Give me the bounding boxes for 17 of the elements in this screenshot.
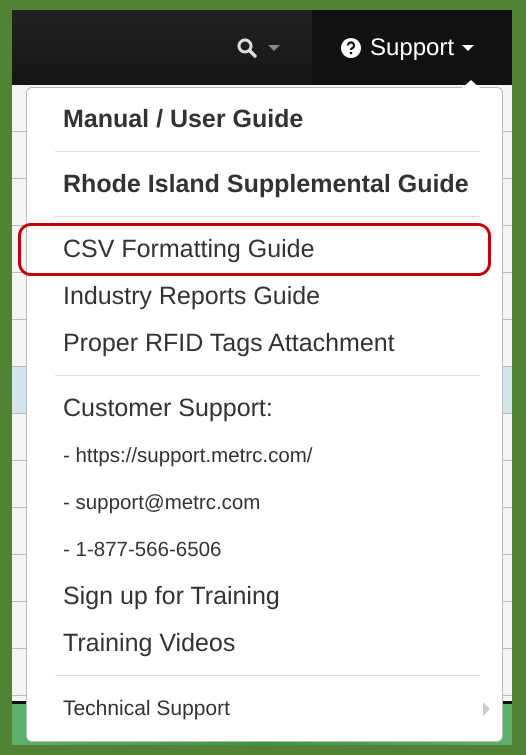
menu-item[interactable]: Sign up for Training	[27, 573, 502, 620]
contact-text: - support@metrc.com	[62, 490, 262, 516]
menu-item[interactable]: Industry Reports Guide	[27, 273, 502, 320]
support-menu-button[interactable]: Support	[312, 10, 512, 85]
contact-text: - 1-877-566-6506	[62, 537, 222, 563]
contact-text: - https://support.metrc.com/	[62, 443, 314, 469]
search-icon	[236, 36, 258, 58]
menu-item[interactable]: Rhode Island Supplemental Guide	[27, 161, 502, 208]
help-icon	[340, 36, 362, 58]
submenu-arrow-icon	[483, 702, 490, 716]
menu-item[interactable]: Proper RFID Tags Attachment	[27, 320, 502, 367]
menu-item[interactable]: Technical Support	[27, 685, 502, 732]
menu-item[interactable]: CSV Formatting Guide	[21, 226, 488, 273]
menu-label: Customer Support:	[62, 393, 274, 424]
caret-icon	[462, 44, 474, 50]
menu-item[interactable]: Manual / User Guide	[27, 96, 502, 143]
menu-item[interactable]: Training Videos	[27, 620, 502, 667]
